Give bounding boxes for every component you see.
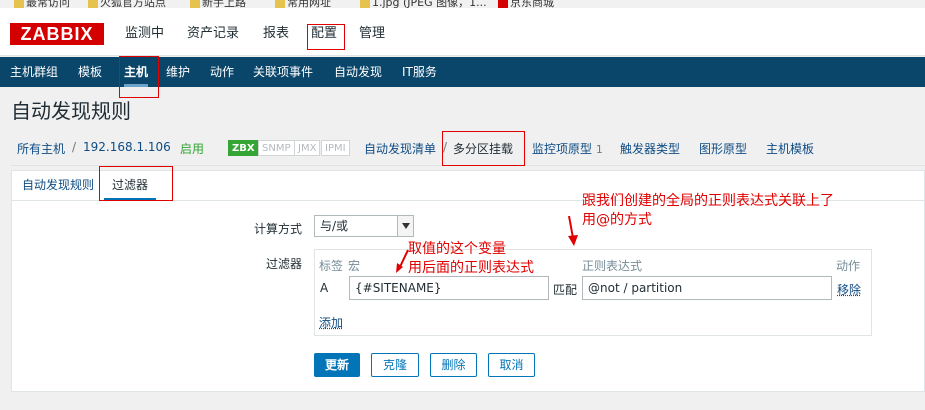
bookmarks-bar: 最常访问 火狐官方站点 新手上路 常用网址 1.jpg (JPEG 图像，1..… — [0, 0, 925, 8]
item-prototypes-count: 1 — [595, 143, 603, 156]
remove-link[interactable]: 移除 — [837, 281, 861, 298]
bookmark-item[interactable]: 火狐官方站点 — [88, 0, 166, 8]
annotation-variable: 取值的这个变量 用后面的正则表达式 — [408, 241, 534, 276]
cancel-button[interactable]: 取消 — [488, 353, 535, 377]
trigger-types-link[interactable]: 触发器类型 — [620, 140, 680, 157]
folder-icon — [275, 0, 285, 8]
submenu-actions[interactable]: 动作 — [210, 57, 234, 87]
highlight-filters-tab — [99, 166, 173, 201]
update-button[interactable]: 更新 — [314, 353, 360, 377]
breadcrumb-separator: / — [72, 140, 77, 154]
item-prototypes-link[interactable]: 监控项原型 1 — [532, 140, 603, 157]
page-title: 自动发现规则 — [11, 99, 131, 123]
snmp-availability-badge: SNMP — [258, 140, 295, 156]
highlight-configuration — [307, 24, 345, 50]
clone-button[interactable]: 克隆 — [371, 353, 419, 377]
submenu-host-groups[interactable]: 主机群组 — [10, 57, 58, 87]
bookmark-item[interactable]: 1.jpg (JPEG 图像，1... — [360, 0, 487, 8]
calc-label: 计算方式 — [254, 222, 303, 236]
jd-icon — [498, 0, 508, 8]
highlight-hosts — [119, 56, 159, 98]
delete-button[interactable]: 删除 — [430, 353, 477, 377]
tab-discovery-rule[interactable]: 自动发现规则 — [12, 171, 104, 201]
row-label: A — [320, 281, 329, 295]
header-label: 标签 — [319, 259, 344, 273]
header-macro: 宏 — [348, 259, 361, 273]
annotation-global-regex: 跟我们创建的全局的正则表达式关联上了 用@的方式 — [582, 193, 834, 228]
bookmark-item[interactable]: 京东商城 — [498, 0, 554, 8]
folder-icon — [88, 0, 98, 8]
image-icon — [360, 0, 370, 8]
menu-inventory[interactable]: 资产记录 — [187, 23, 239, 45]
header-regex: 正则表达式 — [582, 259, 643, 273]
calc-select-value: 与/或 — [320, 219, 349, 233]
bookmark-item[interactable]: 常用网址 — [275, 0, 331, 8]
submenu-maintenance[interactable]: 维护 — [166, 57, 190, 87]
macro-input[interactable]: {#SITENAME} — [349, 276, 549, 300]
match-operator: 匹配 — [553, 283, 578, 297]
zabbix-logo[interactable]: ZABBIX — [10, 23, 104, 45]
header-action: 动作 — [836, 259, 861, 273]
filter-label: 过滤器 — [266, 257, 303, 271]
jmx-availability-badge: JMX — [294, 140, 321, 156]
bookmark-item[interactable]: 最常访问 — [14, 0, 70, 8]
add-link[interactable]: 添加 — [319, 314, 343, 331]
menu-monitoring[interactable]: 监测中 — [125, 23, 164, 45]
menu-reports[interactable]: 报表 — [263, 23, 289, 45]
chevron-down-icon[interactable] — [397, 216, 413, 236]
folder-icon — [190, 0, 200, 8]
top-header: ZABBIX 监测中 资产记录 报表 配置 管理 — [0, 8, 925, 56]
menu-administration[interactable]: 管理 — [359, 23, 385, 45]
zbx-availability-badge: ZBX — [228, 140, 259, 156]
ipmi-availability-badge: IPMI — [321, 140, 350, 156]
host-templates-link[interactable]: 主机模板 — [766, 140, 814, 157]
submenu-discovery[interactable]: 自动发现 — [334, 57, 382, 87]
submenu-correlation[interactable]: 关联项事件 — [253, 57, 313, 87]
calc-select[interactable]: 与/或 — [314, 215, 414, 237]
regex-input[interactable]: @not / partition — [582, 276, 832, 300]
submenu-it-services[interactable]: IT服务 — [402, 57, 437, 87]
highlight-discovery-rule — [442, 131, 525, 166]
folder-icon — [14, 0, 24, 8]
submenu-templates[interactable]: 模板 — [78, 57, 102, 87]
item-prototypes-label: 监控项原型 — [532, 142, 593, 156]
discovery-list-link[interactable]: 自动发现清单 — [364, 140, 436, 157]
graph-prototypes-link[interactable]: 图形原型 — [699, 140, 747, 157]
host-status[interactable]: 启用 — [180, 140, 204, 157]
all-hosts-link[interactable]: 所有主机 — [17, 140, 65, 157]
host-link[interactable]: 192.168.1.106 — [83, 140, 171, 154]
bookmark-item[interactable]: 新手上路 — [190, 0, 246, 8]
filter-table: 标签 宏 正则表达式 动作 A {#SITENAME} 匹配 @not / pa… — [314, 249, 872, 336]
